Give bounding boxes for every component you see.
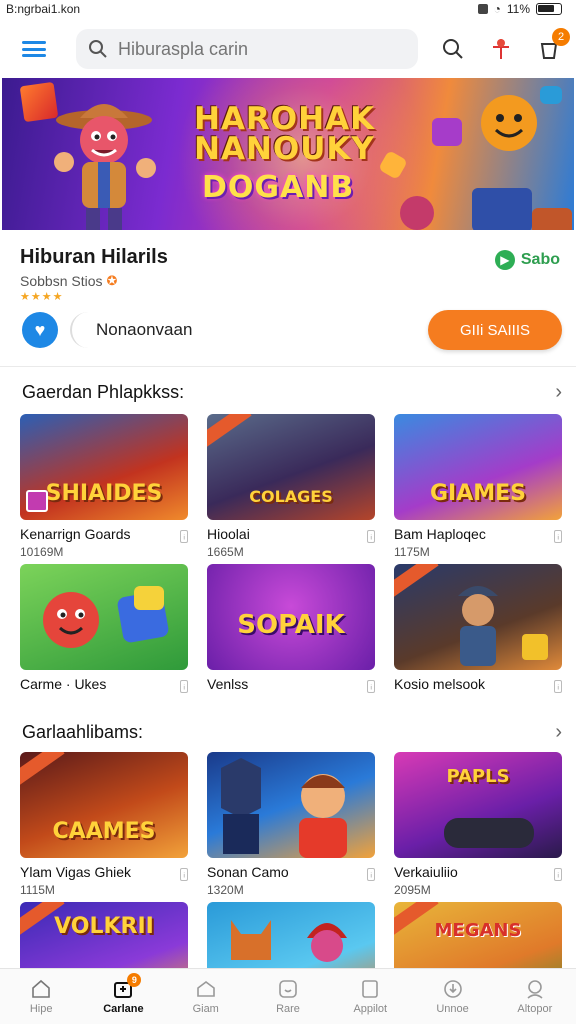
game-thumbnail: GIAMES [394, 414, 562, 520]
divider [0, 366, 576, 367]
cube-decoration [532, 208, 572, 230]
award-icon: ✪ [106, 273, 118, 288]
download-icon [443, 979, 462, 998]
info-icon: ᵢ [367, 530, 375, 543]
game-thumbnail [20, 564, 188, 670]
game-card[interactable]: Kosio melsook ᵢ [394, 564, 562, 714]
search-bar[interactable] [76, 29, 418, 69]
section-header[interactable]: Gaerdan Phlapkkss: › [22, 380, 562, 404]
info-icon: ᵢ [180, 680, 188, 693]
app-title: Hiburan Hilarils [20, 246, 168, 268]
chevron-right-icon[interactable]: › [555, 381, 562, 404]
game-card[interactable]: COLAGES Hioolai 1665M ᵢ [207, 414, 375, 564]
game-thumbnail: CAAMES [20, 752, 188, 858]
get-button[interactable]: GIIi SAIIIS [428, 310, 562, 350]
app-subtitle: Sobbsn Stios ✪ [20, 273, 118, 289]
game-grid: SHIAIDES Kenarrign Goards 10169M ᵢ COLAGES… [20, 414, 562, 714]
nav-unnoe[interactable]: Unnoe [413, 979, 493, 1015]
bookmark-icon [362, 979, 379, 998]
banner-title: HAROHAK NANOUKY [194, 101, 376, 167]
game-thumbnail: PAPLS [394, 752, 562, 858]
info-icon: ᵢ [180, 530, 188, 543]
search-icon [443, 39, 463, 59]
pin-icon [493, 39, 509, 59]
info-icon: ᵢ [554, 868, 562, 881]
action-row: ♥ Nonaonvaan GIIi SAIIIS [22, 310, 562, 352]
ball-decoration [400, 196, 434, 230]
app-logo-icon [26, 490, 48, 512]
nav-profile[interactable]: Altopor [495, 979, 575, 1015]
profile-icon [527, 979, 543, 999]
info-icon: ᵢ [367, 680, 375, 693]
cube-decoration [432, 118, 462, 146]
nav-games[interactable]: 9 Carlane [83, 972, 163, 1015]
battery-icon [536, 3, 562, 15]
game-card[interactable]: Carme · Ukes ᵢ [20, 564, 188, 714]
game-thumbnail: SHIAIDES [20, 414, 188, 520]
rating-stars: ★★★★ [20, 291, 64, 303]
app-info: Hiburan Hilarils Sobbsn Stios ✪ ★★★★ ▶ S… [20, 246, 560, 303]
game-thumbnail [394, 564, 562, 670]
game-card[interactable]: CAAMES Ylam Vigas Ghiek 1115M ᵢ [20, 752, 188, 902]
game-card[interactable]: GIAMES Bam Haploqec 1175M ᵢ [394, 414, 562, 564]
chevron-right-icon[interactable]: › [555, 721, 562, 744]
search-icon [89, 40, 107, 58]
cube-decoration [540, 86, 562, 104]
nav-home[interactable]: Hipe [1, 979, 81, 1015]
play-icon: ▶ [494, 250, 515, 270]
search-input[interactable] [118, 38, 398, 60]
section-header[interactable]: Garlaahlibams: › [22, 720, 562, 744]
info-icon: ᵢ [180, 868, 188, 881]
info-icon: ᵢ [554, 530, 562, 543]
nav-badge: 9 [127, 972, 142, 987]
banner-subtitle: DOGANB [202, 170, 355, 205]
bottom-nav: Hipe 9 Carlane Giam Rare Appilot Unnoe A… [0, 968, 576, 1024]
game-card[interactable]: Sonan Camo 1320M ᵢ [207, 752, 375, 902]
cube-decoration [472, 188, 532, 230]
game-card[interactable]: PAPLS Verkaiuliio 2095M ᵢ [394, 752, 562, 902]
battery-percent: 11% [506, 2, 530, 16]
game-thumbnail: COLAGES [207, 414, 375, 520]
cart-button[interactable]: 2 [536, 28, 570, 62]
game-card[interactable]: SOPAIK Venlss ᵢ [207, 564, 375, 714]
section-title: Garlaahlibams: [22, 721, 144, 742]
nav-apps[interactable]: Giam [166, 979, 246, 1015]
hero-banner[interactable]: HAROHAK NANOUKY DOGANB [2, 78, 574, 230]
alarm-icon [477, 4, 488, 14]
cart-badge: 2 [552, 28, 570, 46]
home-icon [32, 979, 50, 998]
search-button[interactable] [440, 36, 466, 62]
game-thumbnail [207, 752, 375, 858]
hero-character-illustration [54, 104, 156, 230]
menu-icon[interactable] [20, 38, 48, 60]
heart-icon: ♥ [34, 319, 46, 340]
section-title: Gaerdan Phlapkkss: [22, 381, 185, 402]
status-bar: B:ngrbai1.kon ◔ 11% [0, 0, 576, 18]
game-card[interactable]: SHIAIDES Kenarrign Goards 10169M ᵢ [20, 414, 188, 564]
price-tag: ▶ Sabo [494, 250, 560, 270]
wifi-icon: ◔ [493, 2, 501, 16]
secondary-button[interactable]: Nonaonvaan [70, 312, 192, 348]
game-thumbnail: SOPAIK [207, 564, 375, 670]
app-bar: 2 [0, 22, 576, 76]
info-icon: ᵢ [367, 868, 375, 881]
status-text: B:ngrbai1.kon [6, 2, 81, 16]
pin-button[interactable] [488, 36, 514, 62]
favorite-button[interactable]: ♥ [22, 312, 58, 348]
smiley-ball-illustration [481, 95, 537, 151]
nav-appilot[interactable]: Appilot [330, 979, 410, 1015]
face-icon [279, 979, 297, 998]
apps-icon [196, 980, 215, 997]
info-icon: ᵢ [554, 680, 562, 693]
nav-rare[interactable]: Rare [248, 979, 328, 1015]
